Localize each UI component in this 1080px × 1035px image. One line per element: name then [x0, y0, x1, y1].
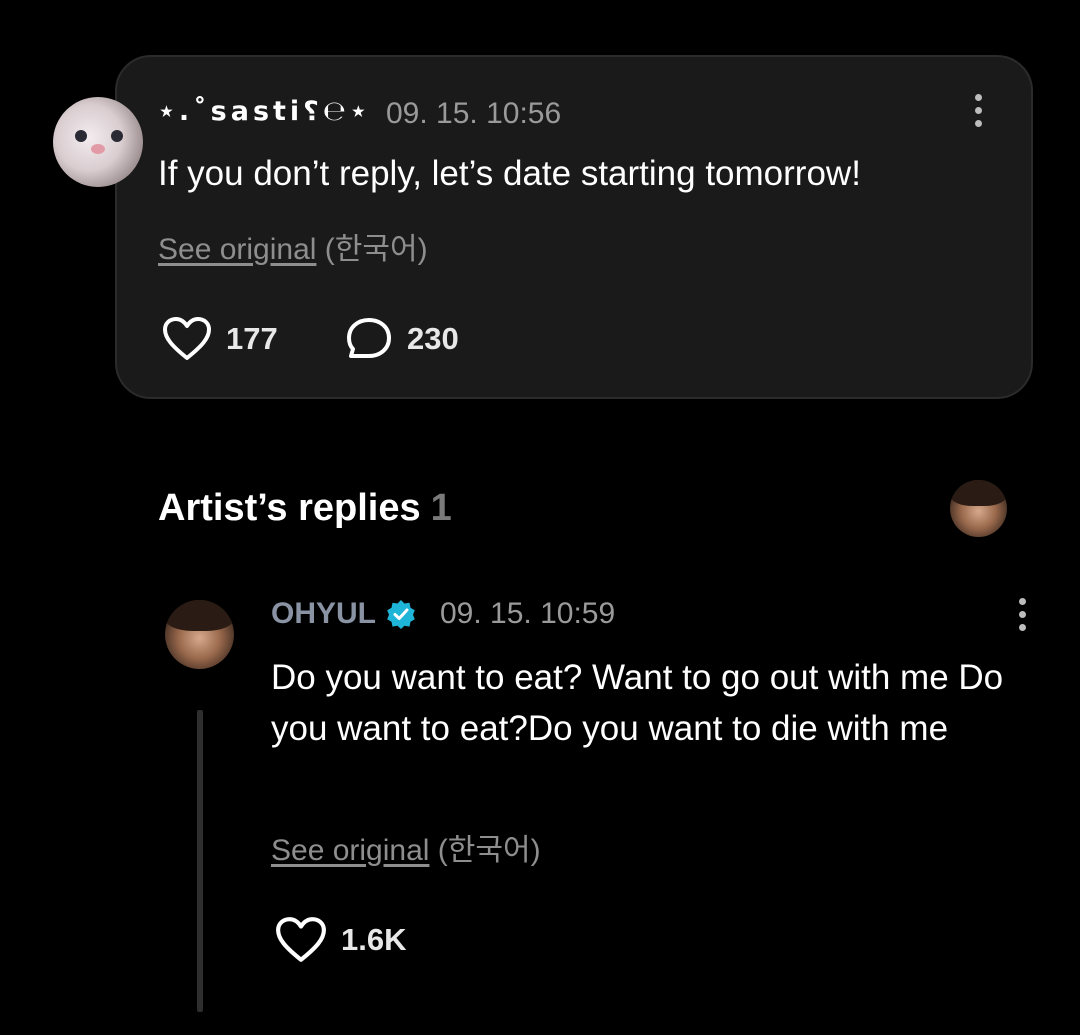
reply-timestamp: 09. 15. 10:59 — [440, 597, 616, 630]
reply-like-count: 1.6K — [341, 922, 407, 957]
reply-avatar[interactable] — [165, 600, 234, 669]
heart-icon — [276, 917, 326, 962]
reply-author[interactable]: OHYUL — [271, 597, 416, 631]
post-username[interactable]: ⋆.˚sasti⸮℮⋆ — [158, 96, 371, 127]
post-text: If you don’t reply, let’s date starting … — [158, 154, 861, 193]
avatar-nose — [91, 144, 105, 154]
artist-avatar-small[interactable] — [950, 480, 1007, 537]
more-vertical-icon[interactable] — [1018, 598, 1026, 631]
like-count: 177 — [226, 321, 278, 356]
see-original-post: See original (한국어) — [158, 224, 428, 268]
see-original-reply: See original (한국어) — [271, 825, 541, 869]
avatar-eye-left — [75, 130, 87, 142]
heart-icon — [163, 317, 211, 360]
like-button[interactable]: 177 — [162, 316, 278, 362]
original-language: (한국어) — [437, 834, 541, 867]
more-vertical-icon[interactable] — [974, 94, 982, 127]
reply-author-name: OHYUL — [271, 597, 376, 630]
thread-line — [197, 710, 203, 1012]
verified-badge-icon — [387, 600, 415, 629]
artist-replies-heading: Artist’s replies 1 — [158, 487, 452, 530]
comment-button[interactable]: 230 — [345, 316, 459, 362]
avatar-eye-right — [111, 130, 123, 142]
see-original-link[interactable]: See original — [271, 834, 429, 867]
original-language: (한국어) — [324, 233, 428, 266]
see-original-link[interactable]: See original — [158, 233, 316, 266]
comment-bubble-icon — [347, 318, 391, 358]
avatar-hair — [165, 600, 234, 632]
reply-like-button[interactable]: 1.6K — [275, 916, 406, 964]
comment-count: 230 — [407, 321, 459, 356]
avatar-hair — [950, 480, 1007, 506]
artist-replies-title: Artist’s replies — [158, 487, 421, 529]
artist-replies-count: 1 — [430, 487, 452, 529]
user-avatar[interactable] — [53, 97, 143, 187]
reply-text: Do you want to eat? Want to go out with … — [271, 658, 1004, 748]
post-timestamp: 09. 15. 10:56 — [386, 97, 562, 130]
